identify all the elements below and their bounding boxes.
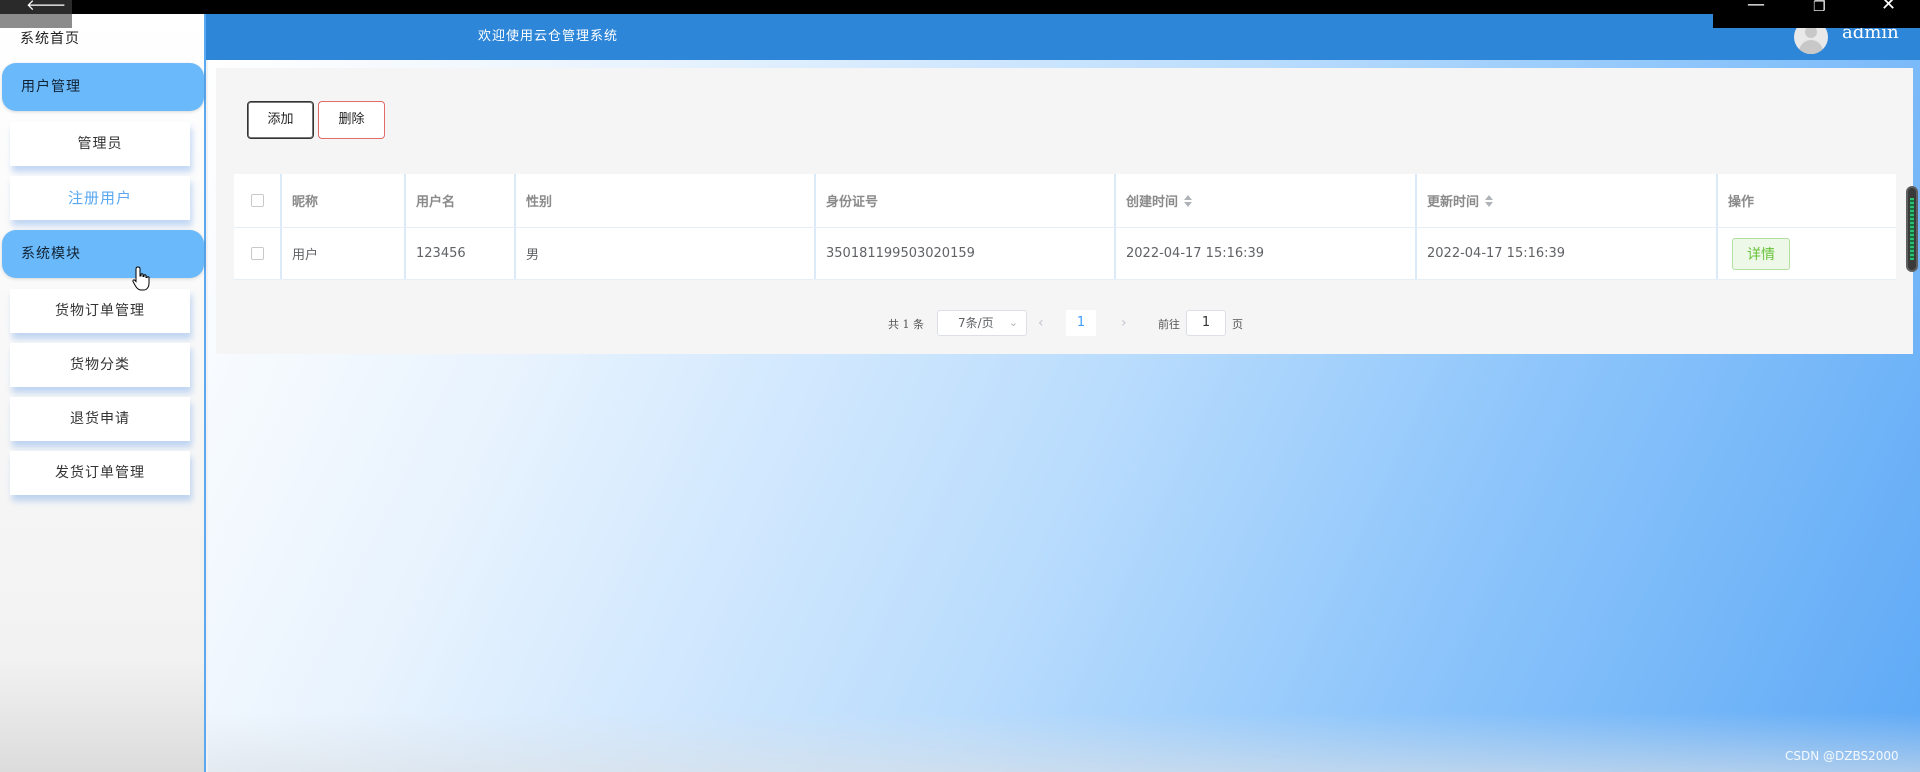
column-header-nickname: 昵称 [282,174,406,227]
column-header-username: 用户名 [406,174,516,227]
sidebar-item-shipping-orders[interactable]: 发货订单管理 [10,451,190,495]
cell-nickname: 用户 [282,228,406,279]
cell-created: 2022-04-17 15:16:39 [1116,228,1417,279]
cell-username: 123456 [406,228,516,279]
titlebar-back-strip [0,12,72,28]
prev-page-button[interactable]: ‹ [1038,315,1044,331]
main-panel: 添加 删除 昵称 用户名 性别 身份证号 创建时间 更新时间 操作 用户 123… [216,68,1913,354]
column-header-created-label: 创建时间 [1126,195,1179,210]
column-header-updated-label: 更新时间 [1427,195,1480,210]
sidebar-item-home[interactable]: 系统首页 [20,28,80,48]
sidebar-item-return-requests[interactable]: 退货申请 [10,397,190,441]
cell-gender: 男 [516,228,816,279]
goto-label: 前往 [1158,318,1180,331]
column-header-gender: 性别 [516,174,816,227]
page-title: 欢迎使用云仓管理系统 [478,29,619,44]
back-arrow-icon[interactable]: 🡐 [0,0,72,14]
page-size-value: 7条/页 [958,316,994,330]
content-bottom-fade [208,712,1920,772]
detail-button[interactable]: 详情 [1732,237,1790,270]
goto-page-input[interactable]: 1 [1186,310,1226,336]
sidebar-item-goods-orders[interactable]: 货物订单管理 [10,289,190,333]
minimize-icon[interactable]: — [1747,0,1765,14]
pagination-total: 共 1 条 [888,318,924,331]
row-checkbox[interactable] [250,247,264,260]
goto-page-suffix: 页 [1232,318,1243,331]
avatar-body-shape [1799,40,1823,54]
sidebar-group-system-modules[interactable]: 系统模块 [2,230,204,278]
sidebar-item-admin[interactable]: 管理员 [10,122,190,166]
sidebar-group-user-management[interactable]: 用户管理 [2,63,204,111]
users-table: 昵称 用户名 性别 身份证号 创建时间 更新时间 操作 用户 123456 男 … [234,174,1896,280]
row-select-cell [234,228,282,279]
page-number-current[interactable]: 1 [1066,310,1096,336]
column-header-created[interactable]: 创建时间 [1116,174,1417,227]
watermark: CSDN @DZBS2000 [1785,749,1899,763]
cell-actions: 详情 [1718,228,1896,279]
cell-updated: 2022-04-17 15:16:39 [1417,228,1718,279]
window-titlebar: 🡐 [0,0,1920,28]
column-header-actions: 操作 [1728,195,1755,210]
column-header-id-number: 身份证号 [816,174,1116,227]
column-header-updated[interactable]: 更新时间 [1417,174,1718,227]
cell-id-number: 350181199503020159 [816,228,1116,279]
table-header-row: 昵称 用户名 性别 身份证号 创建时间 更新时间 操作 [234,174,1896,228]
header-select-cell [234,174,282,227]
close-icon[interactable]: ✕ [1881,0,1896,14]
sidebar-item-goods-category[interactable]: 货物分类 [10,343,190,387]
chevron-down-icon: ⌄ [1008,316,1018,329]
restore-icon[interactable]: ❐ [1813,0,1826,14]
sidebar: 系统首页 用户管理 管理员 注册用户 系统模块 货物订单管理 货物分类 退货申请… [0,14,206,772]
window-controls: — ❐ ✕ [1713,0,1920,28]
page-size-select[interactable]: 7条/页 ⌄ [937,310,1027,336]
hand-cursor-icon [132,266,150,291]
select-all-checkbox[interactable] [250,194,264,207]
delete-button[interactable]: 删除 [318,101,385,139]
table-row: 用户 123456 男 350181199503020159 2022-04-1… [234,228,1896,280]
sort-icon[interactable] [1485,194,1494,207]
next-page-button[interactable]: › [1121,315,1127,331]
pagination: 共 1 条 7条/页 ⌄ ‹ 1 › 前往 1 页 [216,308,1913,338]
scrollbar[interactable] [1906,186,1918,272]
add-button[interactable]: 添加 [247,101,314,139]
sort-icon[interactable] [1184,194,1193,207]
top-header: 欢迎使用云仓管理系统 admin [206,14,1920,60]
sidebar-item-registered-users[interactable]: 注册用户 [10,176,190,220]
